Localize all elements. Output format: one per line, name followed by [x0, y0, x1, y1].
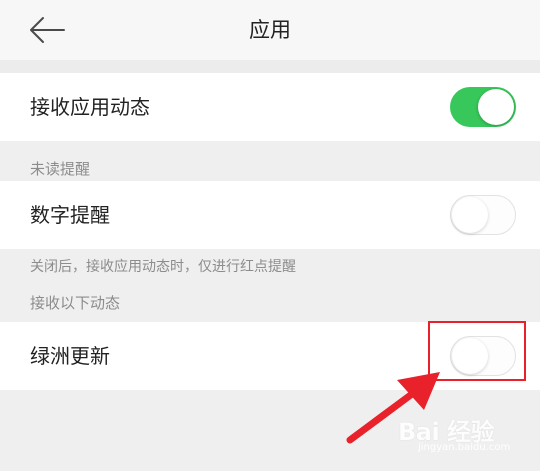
receive-app-updates-toggle[interactable]: [450, 87, 516, 127]
watermark: Bai 经验 jingyan.baidu.com: [398, 412, 528, 462]
top-app-bar: 应用: [0, 0, 540, 60]
unread-section-header: 未读提醒: [0, 141, 540, 181]
section-gap: [0, 60, 540, 73]
receive-app-updates-label: 接收应用动态: [30, 95, 150, 119]
watermark-sub: jingyan.baidu.com: [418, 442, 511, 453]
oasis-update-label: 绿洲更新: [30, 344, 110, 368]
toggle-knob: [478, 89, 514, 125]
number-reminder-toggle[interactable]: [450, 195, 516, 235]
hint-text: 关闭后，接收应用动态时，仅进行红点提醒: [30, 259, 296, 275]
setting-row-receive-app-updates[interactable]: 接收应用动态: [0, 73, 540, 141]
toggle-knob: [452, 197, 488, 233]
receive-following-title: 接收以下动态: [30, 294, 121, 312]
hint-and-section-header: 关闭后，接收应用动态时，仅进行红点提醒 接收以下动态: [0, 249, 540, 322]
unread-section-title: 未读提醒: [30, 160, 91, 178]
page-title: 应用: [249, 18, 291, 42]
number-reminder-label: 数字提醒: [30, 203, 110, 227]
setting-row-number-reminder[interactable]: 数字提醒: [0, 181, 540, 249]
